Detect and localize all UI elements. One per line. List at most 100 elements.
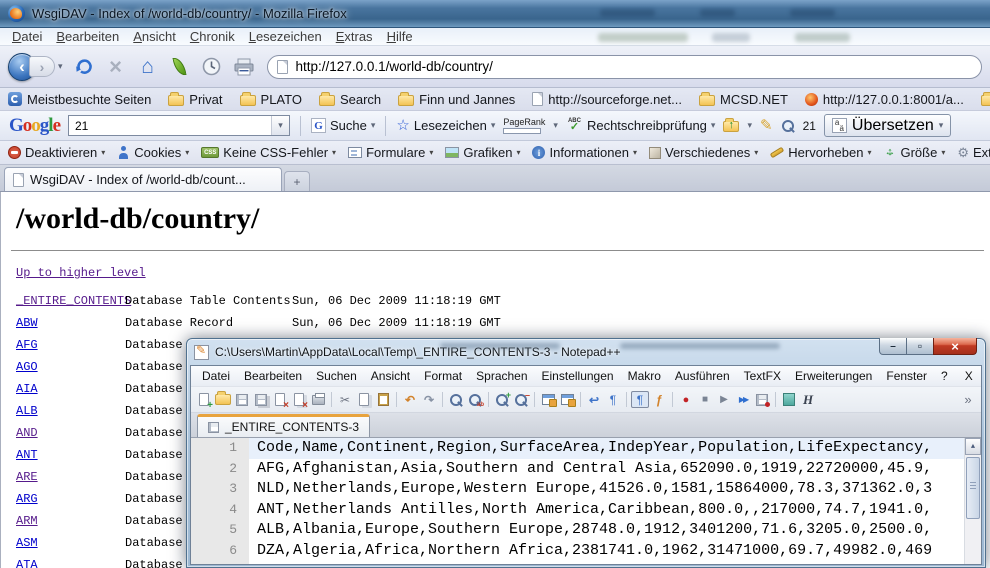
- chevron-down-icon[interactable]: ▾: [553, 121, 558, 130]
- bookmark-search[interactable]: Search: [319, 92, 381, 107]
- zoom-icon[interactable]: [781, 119, 795, 133]
- entry-link[interactable]: ASM: [16, 536, 38, 550]
- google-suche-button[interactable]: G Suche ▾: [311, 118, 375, 133]
- np-menu-sprachen[interactable]: Sprachen: [469, 369, 534, 383]
- webdev-extras[interactable]: Extras▾: [957, 145, 990, 161]
- reload-button[interactable]: [73, 53, 95, 81]
- paste-button[interactable]: [374, 391, 392, 408]
- doc-tab-entire-contents[interactable]: _ENTIRE_CONTENTS-3: [197, 414, 370, 437]
- stop-button[interactable]: ×: [105, 53, 127, 81]
- translate-button[interactable]: Übersetzen ▾: [824, 114, 951, 137]
- google-search-input[interactable]: 21 ▾: [68, 115, 290, 136]
- webdev-css[interactable]: Keine CSS-Fehler▾: [201, 145, 336, 160]
- stop-macro-button[interactable]: [696, 391, 714, 408]
- line-text[interactable]: ALB,Albania,Europe,Southern Europe,28748…: [249, 520, 964, 541]
- webdev-cookies[interactable]: Cookies▾: [117, 145, 189, 160]
- forward-button[interactable]: ›: [29, 56, 55, 77]
- show-paragraph-button[interactable]: [604, 391, 622, 408]
- webdev-verschiedenes[interactable]: Verschiedenes▾: [649, 145, 758, 160]
- entry-link[interactable]: ALB: [16, 404, 38, 418]
- url-bar[interactable]: http://127.0.0.1/world-db/country/: [267, 55, 982, 79]
- menu-datei[interactable]: Datei: [5, 28, 49, 46]
- editor-line[interactable]: 3NLD,Netherlands,Europe,Western Europe,4…: [191, 479, 964, 500]
- open-file-button[interactable]: [214, 391, 232, 408]
- bookmark-privat[interactable]: Privat: [168, 92, 222, 107]
- bookmark-tree-samples[interactable]: Tree Samples: [981, 92, 990, 107]
- highlighter-icon[interactable]: [760, 116, 773, 135]
- search-dropdown-button[interactable]: ▾: [271, 116, 289, 135]
- home-button[interactable]: ⌂: [137, 53, 159, 81]
- show-all-chars-button[interactable]: [631, 391, 649, 408]
- menu-bearbeiten[interactable]: Bearbeiten: [49, 28, 126, 46]
- entry-link[interactable]: ATA: [16, 558, 38, 568]
- menu-hilfe[interactable]: Hilfe: [380, 28, 420, 46]
- replace-button[interactable]: [466, 391, 484, 408]
- toolbar-overflow-button[interactable]: [959, 391, 977, 408]
- history-dropdown-icon[interactable]: ▾: [58, 62, 63, 71]
- entry-link[interactable]: ARM: [16, 514, 38, 528]
- cut-button[interactable]: [336, 391, 354, 408]
- np-menu-close-doc[interactable]: X: [955, 369, 982, 383]
- copy-button[interactable]: [355, 391, 373, 408]
- close-doc-button[interactable]: [271, 391, 289, 408]
- redo-button[interactable]: [420, 391, 438, 408]
- webdev-informationen[interactable]: Informationen▾: [532, 145, 637, 160]
- bookmark-meistbesuchte-seiten[interactable]: Meistbesuchte Seiten: [8, 92, 151, 107]
- vertical-scrollbar[interactable]: [964, 438, 981, 564]
- editor-line[interactable]: 1Code,Name,Continent,Region,SurfaceArea,…: [191, 438, 964, 459]
- record-macro-button[interactable]: [677, 391, 695, 408]
- bookmark-finn-und-jannes[interactable]: Finn und Jannes: [398, 92, 515, 107]
- scrollbar-thumb[interactable]: [966, 457, 980, 519]
- menu-lesezeichen[interactable]: Lesezeichen: [242, 28, 329, 46]
- np-menu-format[interactable]: Format: [417, 369, 469, 383]
- entry-link[interactable]: ABW: [16, 316, 38, 330]
- entry-link[interactable]: ARE: [16, 470, 38, 484]
- entry-link[interactable]: AFG: [16, 338, 38, 352]
- editor-area[interactable]: 1Code,Name,Continent,Region,SurfaceArea,…: [191, 438, 981, 564]
- np-menu-erweiterungen[interactable]: Erweiterungen: [788, 369, 879, 383]
- np-menu-einstellungen[interactable]: Einstellungen: [535, 369, 621, 383]
- editor-line[interactable]: 2AFG,Afghanistan,Asia,Southern and Centr…: [191, 459, 964, 480]
- webdev-formulare[interactable]: Formulare▾: [348, 145, 433, 160]
- entry-link[interactable]: ANT: [16, 448, 38, 462]
- extension-leaf-button[interactable]: [169, 53, 191, 81]
- np-menu-makro[interactable]: Makro: [621, 369, 668, 383]
- history-clock-button[interactable]: [201, 53, 223, 81]
- webdev-hervorheben[interactable]: Hervorheben▾: [770, 145, 871, 160]
- tab-wsgidav[interactable]: WsgiDAV - Index of /world-db/count...: [4, 167, 282, 191]
- zoom-in-button[interactable]: [493, 391, 511, 408]
- spellcheck-button[interactable]: Rechtschreibprüfung ▾: [566, 118, 716, 133]
- google-lesezeichen-button[interactable]: Lesezeichen ▾: [396, 118, 495, 133]
- bookmark-sourceforge[interactable]: http://sourceforge.net...: [532, 92, 682, 107]
- maximize-button[interactable]: [907, 338, 933, 355]
- np-menu-fenster[interactable]: Fenster: [879, 369, 934, 383]
- up-to-higher-level-link[interactable]: Up to higher level: [16, 266, 146, 280]
- webdev-deaktivieren[interactable]: Deaktivieren▾: [8, 145, 105, 160]
- line-text[interactable]: AFG,Afghanistan,Asia,Southern and Centra…: [249, 459, 964, 480]
- bookmark-mcsd-net[interactable]: MCSD.NET: [699, 92, 788, 107]
- np-menu-textfx[interactable]: TextFX: [737, 369, 788, 383]
- chevron-down-icon[interactable]: ▾: [747, 121, 752, 130]
- play-macro-button[interactable]: [715, 391, 733, 408]
- editor-line[interactable]: 4ANT,Netherlands Antilles,North America,…: [191, 500, 964, 521]
- line-text[interactable]: Code,Name,Continent,Region,SurfaceArea,I…: [249, 438, 964, 459]
- np-menu-ansicht[interactable]: Ansicht: [364, 369, 417, 383]
- sync-vertical-button[interactable]: [539, 391, 557, 408]
- bookmark-plato[interactable]: PLATO: [240, 92, 302, 107]
- np-menu-datei[interactable]: Datei: [195, 369, 237, 383]
- webdev-groesse[interactable]: Größe▾: [883, 145, 945, 160]
- run-macro-multiple-button[interactable]: [734, 391, 752, 408]
- print-doc-button[interactable]: [309, 391, 327, 408]
- entry-link[interactable]: _ENTIRE_CONTENTS: [16, 294, 131, 308]
- bookmark-127-0-0-1-8001[interactable]: http://127.0.0.1:8001/a...: [805, 92, 964, 107]
- editor-line[interactable]: 6DZA,Algeria,Africa,Northern Africa,2381…: [191, 541, 964, 562]
- np-menu-suchen[interactable]: Suchen: [309, 369, 364, 383]
- google-search-value[interactable]: 21: [69, 119, 271, 133]
- firefox-titlebar[interactable]: WsgiDAV - Index of /world-db/country/ - …: [0, 0, 990, 28]
- html-plugin-button[interactable]: [799, 391, 817, 408]
- send-to-icon[interactable]: [723, 121, 739, 132]
- entry-link[interactable]: AIA: [16, 382, 38, 396]
- zoom-out-button[interactable]: [512, 391, 530, 408]
- pagerank-widget[interactable]: PageRank: [503, 118, 545, 134]
- entry-link[interactable]: AND: [16, 426, 38, 440]
